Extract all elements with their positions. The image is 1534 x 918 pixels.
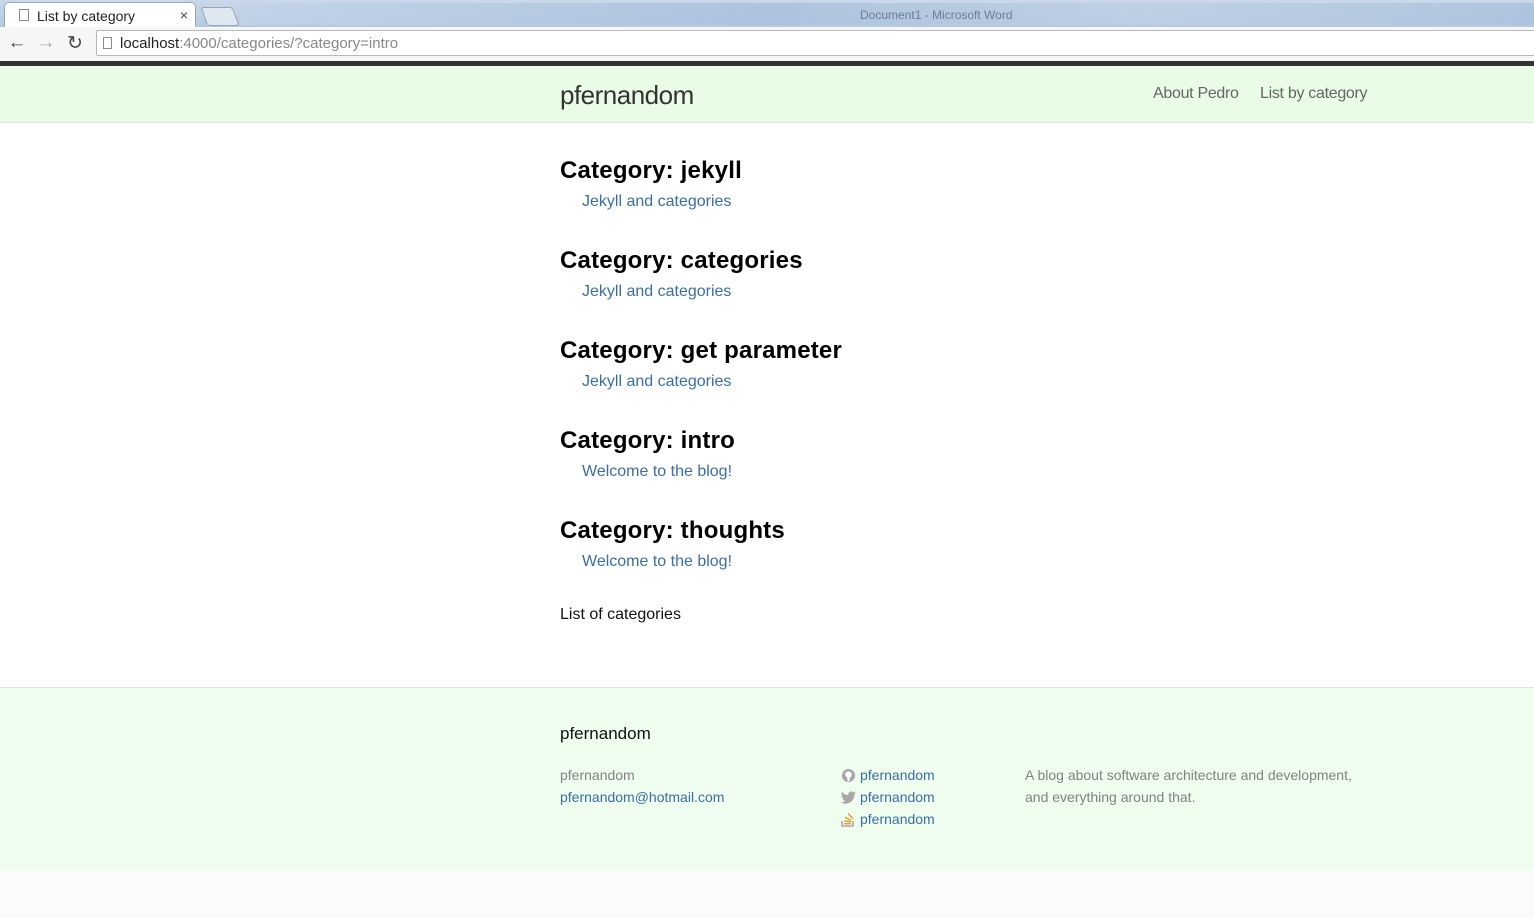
site-footer: pfernandom pfernandom pfernandom@hotmail… (0, 687, 1534, 871)
category-section: Category: jekyll Jekyll and categories (560, 157, 742, 211)
page-bottom (0, 870, 1534, 918)
category-title: Category: intro (560, 427, 736, 454)
nav-link-list-by-category[interactable]: List by category (1260, 85, 1368, 103)
category-section: Category: categories Jekyll and categori… (560, 247, 803, 301)
category-title: Category: thoughts (560, 517, 785, 544)
social-github[interactable]: pfernandom (840, 764, 935, 786)
category-title: Category: get parameter (560, 337, 843, 364)
browser-toolbar: ← → ↻ localhost:4000/categories/?categor… (0, 27, 1534, 62)
background-taskbar: Document1 - Microsoft Word (240, 3, 1534, 25)
category-section: Category: get parameter Jekyll and categ… (560, 337, 842, 391)
footer-contact: pfernandom pfernandom@hotmail.com (560, 764, 724, 808)
site-header: pfernandom About Pedro List by category (0, 66, 1534, 123)
footer-social: pfernandom pfernandom pfernandom (840, 764, 935, 830)
post-link[interactable]: Welcome to the blog! (582, 553, 785, 571)
browser-tabstrip: Document1 - Microsoft Word List by categ… (0, 0, 1534, 27)
tab-close-icon[interactable]: × (180, 7, 188, 23)
forward-arrow-icon[interactable]: → (35, 32, 57, 54)
stackoverflow-icon (840, 811, 856, 827)
list-of-categories-label: List of categories (560, 606, 681, 623)
page-content: Category: jekyll Jekyll and categories C… (0, 123, 1534, 687)
address-bar[interactable]: localhost:4000/categories/?category=intr… (96, 30, 1534, 56)
category-title: Category: categories (560, 247, 803, 274)
footer-heading: pfernandom (560, 724, 651, 743)
footer-name: pfernandom (560, 767, 635, 783)
social-twitter[interactable]: pfernandom (840, 786, 935, 808)
twitter-icon (840, 789, 856, 805)
page-icon (103, 37, 112, 49)
browser-tab-active[interactable]: List by category × (4, 2, 196, 27)
back-arrow-icon[interactable]: ← (6, 32, 28, 54)
tab-title: List by category (37, 8, 136, 24)
taskbar-window-label: Document1 - Microsoft Word (860, 8, 1013, 22)
github-link[interactable]: pfernandom (860, 764, 935, 786)
post-link[interactable]: Jekyll and categories (582, 193, 742, 211)
nav-link-about[interactable]: About Pedro (1153, 85, 1239, 103)
page-icon (19, 9, 29, 21)
post-link[interactable]: Welcome to the blog! (582, 463, 735, 481)
twitter-link[interactable]: pfernandom (860, 786, 935, 808)
new-tab-button[interactable] (200, 7, 240, 26)
category-title: Category: jekyll (560, 157, 742, 184)
site-title-link[interactable]: pfernandom (560, 80, 694, 111)
footer-description: A blog about software architecture and d… (1025, 767, 1352, 805)
social-stackoverflow[interactable]: pfernandom (840, 808, 935, 830)
category-section: Category: intro Welcome to the blog! (560, 427, 735, 481)
github-icon (840, 767, 856, 783)
address-url: localhost:4000/categories/?category=intr… (120, 35, 399, 52)
category-section: Category: thoughts Welcome to the blog! (560, 517, 785, 571)
footer-email-link[interactable]: pfernandom@hotmail.com (560, 789, 724, 805)
post-link[interactable]: Jekyll and categories (582, 373, 842, 391)
post-link[interactable]: Jekyll and categories (582, 283, 803, 301)
reload-icon[interactable]: ↻ (64, 32, 86, 55)
stackoverflow-link[interactable]: pfernandom (860, 808, 935, 830)
